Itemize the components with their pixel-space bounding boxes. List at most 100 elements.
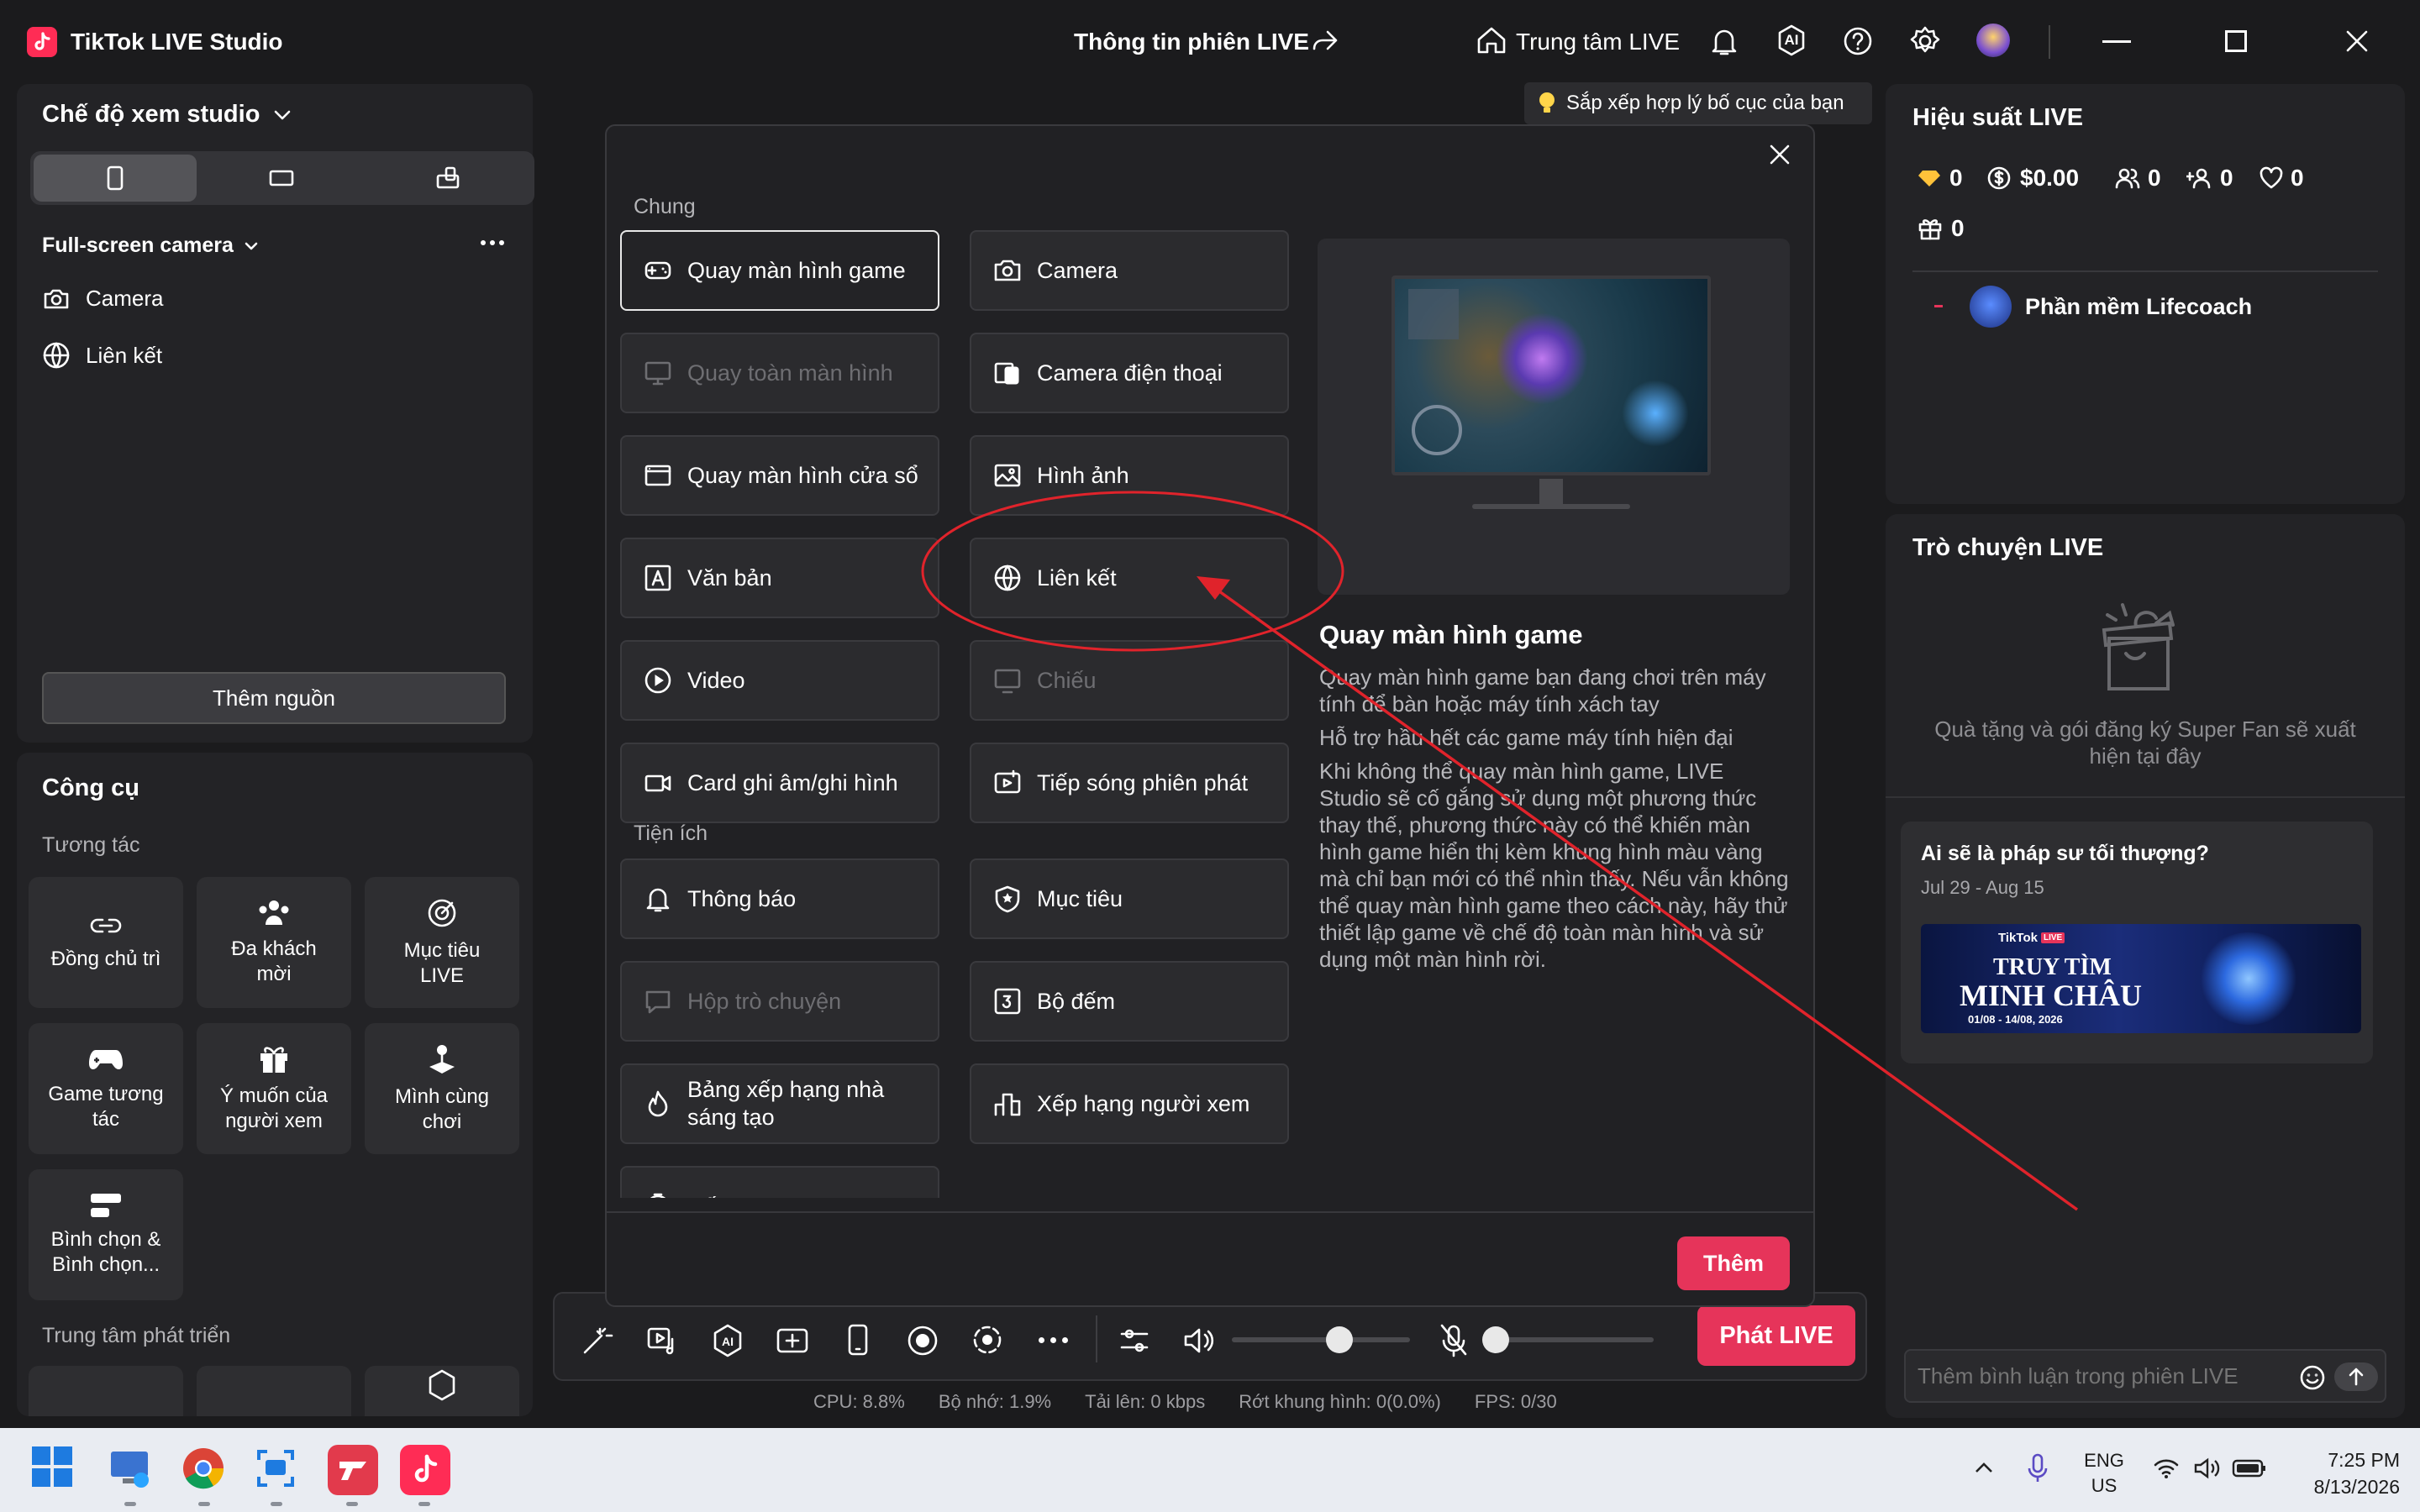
close-dialog-icon[interactable]	[1766, 141, 1793, 168]
tool-live-goal[interactable]: Mục tiêu LIVE	[365, 877, 519, 1008]
video-camera-icon	[644, 774, 671, 792]
event-title: Ai sẽ là pháp sư tối thượng?	[1921, 842, 2209, 865]
live-info-title[interactable]: Thông tin phiên LIVE	[1074, 29, 1309, 55]
battery-icon[interactable]	[2232, 1458, 2267, 1478]
speaker-icon[interactable]	[1181, 1324, 1217, 1357]
dev-tool-2[interactable]	[197, 1366, 351, 1416]
share-icon[interactable]	[1311, 29, 1339, 54]
more-tools-icon[interactable]	[1039, 1337, 1068, 1343]
source-option-video-camera[interactable]: Card ghi âm/ghi hình	[620, 743, 939, 823]
chrome-icon	[183, 1448, 224, 1489]
notification-bell-icon[interactable]	[1709, 25, 1739, 57]
microphone-icon[interactable]	[2025, 1452, 2050, 1485]
dev-tool-3[interactable]	[365, 1366, 519, 1416]
live-center-link[interactable]: Trung tâm LIVE	[1516, 29, 1680, 55]
scene-selector[interactable]: Full-screen camera	[42, 234, 260, 258]
replay-icon[interactable]	[970, 1322, 1005, 1357]
language-indicator[interactable]: ENG US	[2081, 1448, 2128, 1499]
source-option-globe[interactable]: Liên kết	[970, 538, 1289, 618]
source-option-play[interactable]: Video	[620, 640, 939, 721]
taskbar-tiktok-live-studio[interactable]	[400, 1445, 450, 1495]
maximize-icon[interactable]	[2225, 30, 2247, 52]
source-item-camera[interactable]: Camera	[42, 286, 163, 312]
taskbar-remote-desktop[interactable]	[106, 1445, 156, 1495]
start-button[interactable]	[30, 1445, 81, 1495]
banner-brand: TikTok LIVE	[1998, 931, 2065, 945]
show-hidden-icons[interactable]	[1971, 1458, 1996, 1478]
source-option-text[interactable]: Văn bản	[620, 538, 939, 618]
source-option-camera[interactable]: Camera	[970, 230, 1289, 311]
music-icon[interactable]	[645, 1324, 679, 1357]
source-list-scroll[interactable]: Chung Quay màn hình game Camera Quay toàn …	[607, 126, 1296, 1198]
chevron-down-icon	[275, 110, 291, 119]
audio-mixer-icon[interactable]	[1118, 1324, 1151, 1357]
source-option-flame[interactable]: Bảng xếp hạng nhà sáng tạo	[620, 1063, 939, 1144]
portrait-view-button[interactable]	[34, 155, 197, 202]
mic-muted-icon[interactable]	[1437, 1322, 1470, 1359]
emoji-icon[interactable]	[2299, 1364, 2326, 1391]
layout-tip-banner: Sắp xếp hợp lý bố cục của bạn	[1524, 82, 1872, 124]
source-option-bell[interactable]: Thông báo	[620, 858, 939, 939]
source-option-image[interactable]: Hình ảnh	[970, 435, 1289, 516]
event-card[interactable]: Ai sẽ là pháp sư tối thượng? Jul 29 - Au…	[1901, 822, 2373, 1063]
game-screenshot	[1395, 279, 1707, 472]
source-option-relay[interactable]: Tiếp sóng phiên phát	[970, 743, 1289, 823]
cpu-stat: CPU: 8.8%	[813, 1391, 905, 1412]
send-comment-button[interactable]	[2334, 1362, 2378, 1391]
running-indicator	[198, 1502, 210, 1506]
volume-icon[interactable]	[2193, 1457, 2222, 1480]
close-window-icon[interactable]	[2344, 29, 2370, 54]
earnings-stat: $0.00	[1986, 165, 2079, 192]
taskbar-screen-capture[interactable]	[252, 1445, 302, 1495]
tool-play-together[interactable]: Mình cùng chơi	[365, 1023, 519, 1154]
tool-viewer-wish[interactable]: Ý muốn của người xem	[197, 1023, 351, 1154]
record-icon[interactable]	[906, 1324, 939, 1357]
phone-screen-icon[interactable]	[845, 1322, 871, 1357]
mic-volume-slider[interactable]	[1482, 1326, 1654, 1353]
more-options-icon[interactable]	[481, 240, 504, 245]
dual-view-button[interactable]	[366, 155, 529, 202]
landscape-view-button[interactable]	[200, 155, 363, 202]
tool-multi-guest[interactable]: Đa khách mời	[197, 877, 351, 1008]
tool-poll[interactable]: Bình chọn & Bình chọn...	[29, 1169, 183, 1300]
source-option-label: Quay màn hình cửa sổ	[687, 462, 918, 488]
studio-icon	[339, 1462, 366, 1480]
ai-tool-icon[interactable]: AI	[709, 1322, 746, 1359]
speaker-volume-slider[interactable]	[1232, 1326, 1410, 1353]
source-option-counter[interactable]: Bộ đếm	[970, 961, 1289, 1042]
wifi-icon[interactable]	[2153, 1457, 2180, 1480]
add-source-button[interactable]: Thêm nguồn	[42, 672, 506, 724]
taskbar-tiktok-studio-alt[interactable]	[328, 1445, 378, 1495]
software-label[interactable]: Phần mềm Lifecoach	[2025, 294, 2252, 320]
dev-tool-1[interactable]	[29, 1366, 183, 1416]
stream-stats: CPU: 8.8% Bộ nhớ: 1.9% Tải lên: 0 kbps R…	[813, 1391, 1557, 1413]
chat-icon	[645, 990, 671, 1014]
comment-input[interactable]	[1918, 1359, 2287, 1393]
gift-icon	[260, 1047, 287, 1073]
source-option-shield-star[interactable]: Mục tiêu	[970, 858, 1289, 939]
studio-view-title[interactable]: Chế độ xem studio	[42, 101, 293, 129]
add-button[interactable]: Thêm	[1677, 1236, 1790, 1290]
add-scene-icon[interactable]	[775, 1324, 810, 1357]
tool-co-host[interactable]: Đồng chủ trì	[29, 877, 183, 1008]
source-option-gamepad[interactable]: Quay màn hình game	[620, 230, 939, 311]
source-option-phone-camera[interactable]: Camera điện thoại	[970, 333, 1289, 413]
ai-assistant-icon[interactable]: AI	[1775, 24, 1808, 57]
magic-effects-icon[interactable]	[580, 1324, 613, 1357]
go-live-button[interactable]: Phát LIVE	[1697, 1305, 1855, 1366]
source-option-timer[interactable]: Đếm ngược	[620, 1166, 939, 1198]
home-icon[interactable]	[1476, 25, 1507, 55]
source-item-link[interactable]: Liên kết	[42, 341, 162, 370]
taskbar-chrome[interactable]	[180, 1445, 230, 1495]
settings-gear-icon[interactable]	[1909, 25, 1941, 57]
minimize-icon[interactable]	[2102, 40, 2131, 43]
source-option-ranking[interactable]: Xếp hạng người xem	[970, 1063, 1289, 1144]
avatar[interactable]	[1976, 24, 2010, 57]
help-icon[interactable]	[1842, 25, 1874, 57]
mic-volume-handle[interactable]	[1482, 1326, 1509, 1353]
clock[interactable]: 7:25 PM 8/13/2026	[2287, 1446, 2400, 1500]
tool-interactive-game[interactable]: Game tương tác	[29, 1023, 183, 1154]
speaker-volume-handle[interactable]	[1326, 1326, 1353, 1353]
source-option-window[interactable]: Quay màn hình cửa sổ	[620, 435, 939, 516]
event-banner[interactable]: TikTok LIVE TRUY TÌM MINH CHÂU 01/08 - 1…	[1921, 924, 2361, 1033]
